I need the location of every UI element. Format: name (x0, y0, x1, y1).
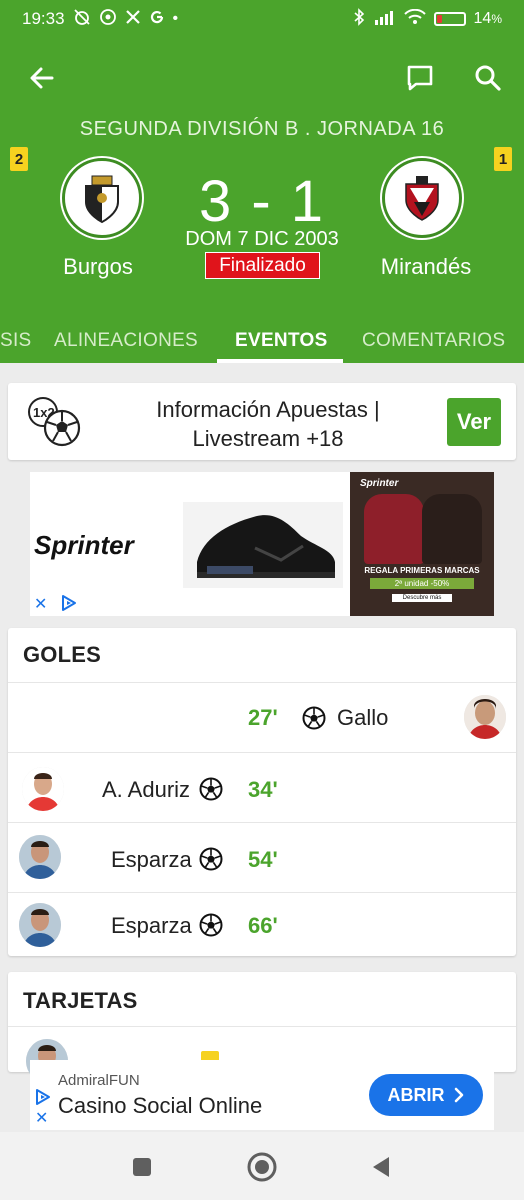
battery-icon (433, 12, 466, 26)
betting-info-card[interactable]: 1x2 Información Apuestas | Livestream +1… (8, 383, 516, 460)
ad-brand-logo: Sprinter (34, 530, 134, 560)
chat-icon (407, 65, 433, 91)
player-avatar[interactable] (464, 695, 506, 739)
signal-icon (374, 9, 396, 29)
abrir-button[interactable]: ABRIR (369, 1074, 483, 1116)
competition-label: SEGUNDA DIVISIÓN B . JORNADA 16 (79, 118, 445, 140)
triangle-back-icon (373, 1157, 389, 1177)
chevron-right-icon (454, 1087, 463, 1103)
goal-minute: 66' (248, 913, 278, 938)
ad-headline: Casino Social Online (58, 1093, 263, 1118)
soccer-ball-icon (199, 777, 223, 801)
comments-button[interactable] (400, 58, 440, 98)
bluetooth-icon (352, 8, 366, 30)
whatsapp-icon (99, 8, 117, 30)
goal-player[interactable]: A. Aduriz (102, 777, 190, 803)
back-button[interactable] (22, 58, 62, 98)
betting-ball-icon: 1x2 (26, 395, 84, 449)
soccer-ball-icon (199, 847, 223, 871)
goals-title: GOLES (23, 642, 102, 667)
goal-minute: 27' (248, 705, 278, 730)
tab-eventos[interactable]: EVENTOS (235, 330, 328, 352)
ad-promo-title: REGALA PRIMERAS MARCAS (364, 566, 480, 575)
ad-small-brand: Sprinter (360, 478, 399, 489)
soccer-ball-icon (199, 913, 223, 937)
betting-info-text: Información Apuestas | Livestream +18 (118, 395, 418, 453)
goal-row[interactable]: 27' Gallo (8, 682, 516, 752)
ad-promo-discount: 2ª unidad -50% (370, 578, 474, 589)
match-score: 3 - 1 (198, 169, 326, 234)
goal-row[interactable]: Esparza 66' (8, 892, 516, 956)
notification-dot-icon: • (172, 10, 179, 27)
bottom-ad-banner[interactable]: ✕ AdmiralFUN Casino Social Online ABRIR (30, 1060, 494, 1130)
battery-level: 14% (473, 10, 502, 27)
away-team-name[interactable]: Mirandés (346, 254, 506, 280)
back-nav-button[interactable] (364, 1150, 398, 1184)
player-avatar[interactable] (22, 767, 64, 811)
ad-shoe-image (183, 502, 343, 588)
status-badge: Finalizado (205, 252, 320, 279)
ver-button[interactable]: Ver (447, 398, 501, 446)
cards-title: TARJETAS (23, 988, 138, 1013)
player-avatar[interactable] (19, 903, 61, 947)
home-button[interactable] (245, 1150, 279, 1184)
system-nav-bar (0, 1132, 524, 1200)
arrow-back-icon (30, 67, 54, 89)
ad-close-icon[interactable]: ✕ (35, 1108, 48, 1128)
ad-dark-hoodie (422, 494, 482, 564)
match-header: SEGUNDA DIVISIÓN B . JORNADA 16 2 1 Burg… (0, 38, 524, 363)
google-icon (149, 9, 165, 29)
goal-player[interactable]: Gallo (337, 705, 388, 731)
soccer-ball-icon (302, 706, 326, 730)
ad-advertiser: AdmiralFUN (58, 1072, 140, 1089)
ad-apparel-image: Sprinter REGALA PRIMERAS MARCAS 2ª unida… (350, 472, 494, 616)
goals-card: GOLES 27' Gallo A. Aduriz 34' Esparza 54… (8, 628, 516, 956)
goal-player[interactable]: Esparza (111, 913, 192, 939)
clock: 19:33 (22, 9, 65, 28)
betting-info-line1: Información Apuestas | (156, 397, 380, 422)
betting-info-line2: Livestream +18 (192, 426, 344, 451)
ad-banner[interactable]: Sprinter Sprinter REGALA PRIMERAS MARCAS… (30, 472, 494, 616)
match-date: DOM 7 DIC 2003 (185, 228, 339, 250)
tab-analisis[interactable]: SIS (0, 330, 32, 352)
status-bar: 19:33 • 14% (0, 0, 524, 38)
adchoices-icon[interactable] (60, 594, 78, 616)
home-team-name[interactable]: Burgos (18, 254, 178, 280)
ad-red-hoodie (364, 494, 424, 564)
goal-row[interactable]: A. Aduriz 34' (8, 752, 516, 822)
goal-minute: 34' (248, 777, 278, 802)
player-avatar[interactable] (19, 835, 61, 879)
ad-promo-cta[interactable]: Descubre más (392, 594, 452, 602)
circle-icon (247, 1152, 277, 1182)
goal-row[interactable]: Esparza 54' (8, 822, 516, 892)
tab-alineaciones[interactable]: ALINEACIONES (54, 330, 198, 352)
search-button[interactable] (468, 58, 508, 98)
recents-button[interactable] (125, 1150, 159, 1184)
alarm-off-icon (73, 8, 91, 30)
search-icon (475, 65, 501, 91)
app-bar (0, 38, 524, 114)
tab-comentarios[interactable]: COMENTARIOS (362, 330, 505, 352)
active-tab-indicator (217, 359, 343, 363)
wifi-icon (403, 8, 426, 29)
goal-player[interactable]: Esparza (111, 847, 192, 873)
match-tabs: SIS ALINEACIONES EVENTOS COMENTARIOS (0, 324, 524, 363)
ad-close-icon[interactable]: ✕ (34, 594, 47, 614)
square-icon (133, 1158, 151, 1176)
cards-card: TARJETAS (8, 972, 516, 1083)
abrir-label: ABRIR (387, 1084, 445, 1105)
x-icon (125, 9, 141, 29)
goal-minute: 54' (248, 847, 278, 872)
